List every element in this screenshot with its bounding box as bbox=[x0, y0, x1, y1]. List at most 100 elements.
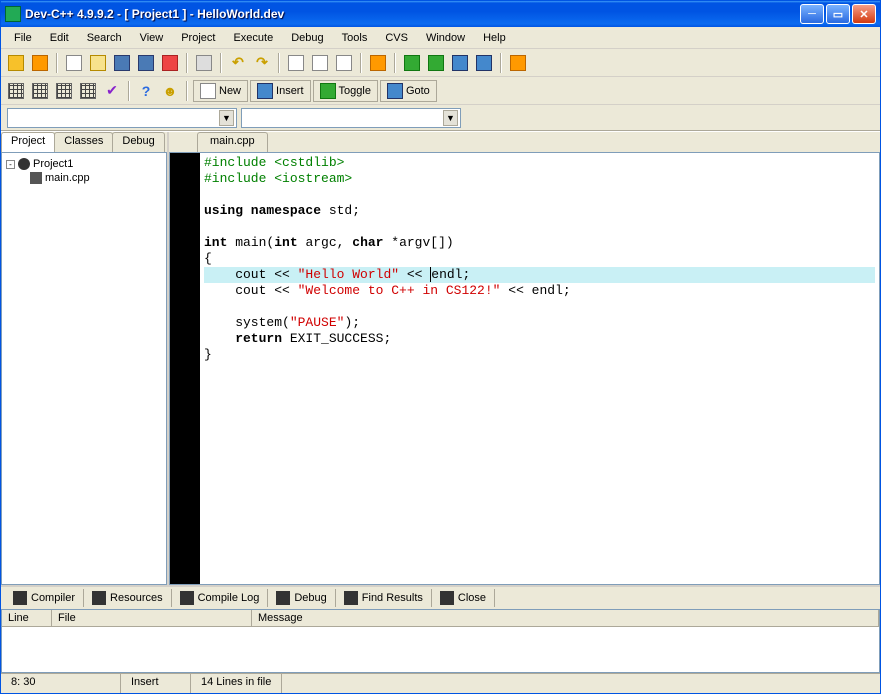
code-text: endl; bbox=[431, 267, 470, 282]
code-text: cout << bbox=[204, 267, 298, 282]
collapse-icon[interactable]: - bbox=[6, 160, 15, 169]
message-grid[interactable]: Line File Message bbox=[1, 609, 880, 673]
debug-run-icon[interactable] bbox=[507, 52, 529, 74]
tab-debug[interactable]: Debug bbox=[112, 132, 164, 152]
code-text: *argv[]) bbox=[391, 235, 453, 250]
btab-label: Close bbox=[458, 592, 486, 604]
code-text: << bbox=[399, 267, 430, 282]
menu-project[interactable]: Project bbox=[172, 29, 224, 47]
tab-classes[interactable]: Classes bbox=[54, 132, 113, 152]
close-button[interactable]: ✕ bbox=[852, 4, 876, 24]
btab-debug[interactable]: Debug bbox=[268, 589, 335, 607]
file-tab-main[interactable]: main.cpp bbox=[197, 132, 268, 152]
bottom-panel: Compiler Resources Compile Log Debug Fin… bbox=[1, 585, 880, 673]
menu-edit[interactable]: Edit bbox=[41, 29, 78, 47]
find-icon bbox=[344, 591, 358, 605]
compile-run-icon[interactable] bbox=[449, 52, 471, 74]
check-icon[interactable]: ✔ bbox=[101, 80, 123, 102]
code-text: return bbox=[204, 331, 290, 346]
project-tree[interactable]: - Project1 main.cpp bbox=[1, 152, 167, 585]
code-area[interactable]: #include <cstdlib> #include <iostream> u… bbox=[200, 153, 879, 584]
goto-label: Goto bbox=[406, 85, 430, 97]
function-combo[interactable]: ▼ bbox=[241, 108, 461, 128]
col-file[interactable]: File bbox=[52, 610, 252, 626]
menu-help[interactable]: Help bbox=[474, 29, 515, 47]
menu-tools[interactable]: Tools bbox=[333, 29, 377, 47]
btab-close[interactable]: Close bbox=[432, 589, 495, 607]
btab-resources[interactable]: Resources bbox=[84, 589, 172, 607]
new-project-icon[interactable] bbox=[29, 52, 51, 74]
open-icon[interactable] bbox=[87, 52, 109, 74]
btab-find-results[interactable]: Find Results bbox=[336, 589, 432, 607]
menu-cvs[interactable]: CVS bbox=[376, 29, 417, 47]
btab-label: Resources bbox=[110, 592, 163, 604]
replace-icon[interactable] bbox=[309, 52, 331, 74]
menu-view[interactable]: View bbox=[131, 29, 173, 47]
grid4-icon[interactable] bbox=[77, 80, 99, 102]
menu-file[interactable]: File bbox=[5, 29, 41, 47]
message-body bbox=[2, 627, 879, 672]
about-icon[interactable]: ☻ bbox=[159, 80, 181, 102]
main-area: Project Classes Debug - Project1 main.cp… bbox=[1, 131, 880, 585]
editor[interactable]: #include <cstdlib> #include <iostream> u… bbox=[169, 152, 880, 585]
separator bbox=[278, 53, 280, 73]
separator bbox=[220, 53, 222, 73]
help-icon[interactable]: ? bbox=[135, 80, 157, 102]
new-file-icon[interactable] bbox=[63, 52, 85, 74]
grid2-icon[interactable] bbox=[29, 80, 51, 102]
new-label: New bbox=[219, 85, 241, 97]
col-message[interactable]: Message bbox=[252, 610, 879, 626]
compile-icon[interactable] bbox=[401, 52, 423, 74]
toggle-button[interactable]: Toggle bbox=[313, 80, 378, 102]
compiler-icon bbox=[13, 591, 27, 605]
chevron-down-icon: ▼ bbox=[443, 110, 458, 126]
log-icon bbox=[180, 591, 194, 605]
menu-debug[interactable]: Debug bbox=[282, 29, 332, 47]
minimize-button[interactable]: ─ bbox=[800, 4, 824, 24]
btab-compiler[interactable]: Compiler bbox=[5, 589, 84, 607]
grid1-icon[interactable] bbox=[5, 80, 27, 102]
redo-icon[interactable]: ↷ bbox=[251, 52, 273, 74]
menu-execute[interactable]: Execute bbox=[224, 29, 282, 47]
close-file-icon[interactable] bbox=[159, 52, 181, 74]
save-all-icon[interactable] bbox=[135, 52, 157, 74]
tree-root[interactable]: - Project1 bbox=[6, 157, 162, 171]
code-text: { bbox=[204, 251, 212, 266]
gutter bbox=[170, 153, 200, 584]
grid3-icon[interactable] bbox=[53, 80, 75, 102]
app-icon bbox=[5, 6, 21, 22]
run-icon[interactable] bbox=[425, 52, 447, 74]
undo-icon[interactable]: ↶ bbox=[227, 52, 249, 74]
code-text: std; bbox=[329, 203, 360, 218]
save-icon[interactable] bbox=[111, 52, 133, 74]
class-combo[interactable]: ▼ bbox=[7, 108, 237, 128]
code-text: <cstdlib> bbox=[274, 155, 344, 170]
code-text: system( bbox=[204, 315, 290, 330]
goto-line-icon[interactable] bbox=[367, 52, 389, 74]
col-line[interactable]: Line bbox=[2, 610, 52, 626]
find-again-icon[interactable] bbox=[333, 52, 355, 74]
new-source-icon[interactable] bbox=[5, 52, 27, 74]
maximize-button[interactable]: ▭ bbox=[826, 4, 850, 24]
status-lines: 14 Lines in file bbox=[191, 674, 282, 693]
file-tabs: main.cpp bbox=[169, 132, 880, 152]
code-text: int bbox=[274, 235, 305, 250]
menu-search[interactable]: Search bbox=[78, 29, 131, 47]
insert-button[interactable]: Insert bbox=[250, 80, 311, 102]
new-button[interactable]: New bbox=[193, 80, 248, 102]
goto-button[interactable]: Goto bbox=[380, 80, 437, 102]
code-text: << endl; bbox=[500, 283, 570, 298]
rebuild-icon[interactable] bbox=[473, 52, 495, 74]
btab-compile-log[interactable]: Compile Log bbox=[172, 589, 269, 607]
tree-file[interactable]: main.cpp bbox=[30, 171, 162, 185]
tab-project[interactable]: Project bbox=[1, 132, 55, 152]
find-icon[interactable] bbox=[285, 52, 307, 74]
status-bar: 8: 30 Insert 14 Lines in file bbox=[1, 673, 880, 693]
print-icon[interactable] bbox=[193, 52, 215, 74]
project-icon bbox=[18, 158, 30, 170]
menu-window[interactable]: Window bbox=[417, 29, 474, 47]
tree-root-label: Project1 bbox=[33, 158, 73, 170]
bottom-tabs: Compiler Resources Compile Log Debug Fin… bbox=[1, 587, 880, 609]
editor-pane: main.cpp #include <cstdlib> #include <io… bbox=[169, 132, 880, 585]
code-text: argc, bbox=[305, 235, 352, 250]
